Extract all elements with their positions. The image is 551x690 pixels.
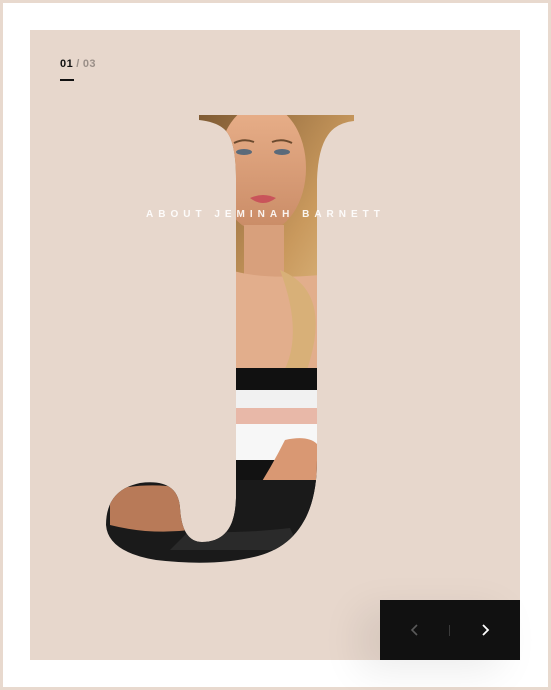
hero-letter-j (106, 115, 354, 563)
prev-slide-button[interactable] (380, 600, 450, 660)
chevron-right-icon (482, 624, 490, 636)
chevron-left-icon (410, 624, 418, 636)
hero-panel: 01/03 ABOUT JEMINAH BARNETT (30, 30, 520, 660)
slider-nav (380, 600, 520, 660)
portrait-photo (106, 115, 354, 563)
next-slide-button[interactable] (450, 600, 520, 660)
hero-caption: ABOUT JEMINAH BARNETT (146, 209, 385, 220)
